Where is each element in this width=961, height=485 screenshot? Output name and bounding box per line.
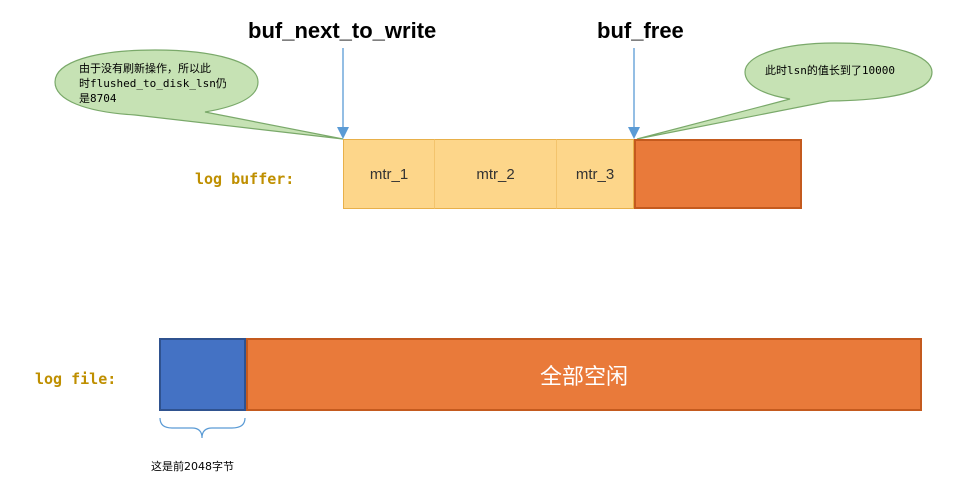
segment-mtr-3: mtr_3 xyxy=(556,139,634,209)
down-arrow-icon xyxy=(337,48,349,139)
segment-mtr-2: mtr_2 xyxy=(434,139,556,209)
left-callout-text: 由于没有刷新操作，所以此 时flushed_to_disk_lsn仍 是8704 xyxy=(79,62,227,105)
buf-next-to-write-label: buf_next_to_write xyxy=(248,18,437,43)
segment-mtr-1: mtr_1 xyxy=(343,139,434,209)
log-file-first-block xyxy=(159,338,246,411)
log-file-label: log file: xyxy=(35,370,117,388)
curly-brace-icon xyxy=(159,417,246,439)
buffer-free-area xyxy=(634,139,802,209)
right-callout-text: 此时lsn的值长到了10000 xyxy=(765,64,895,77)
log-file-free-area: 全部空闲 xyxy=(246,338,922,411)
down-arrow-icon xyxy=(628,48,640,139)
free-area-text: 全部空闲 xyxy=(539,364,628,390)
brace-note: 这是前2048字节 xyxy=(151,460,234,473)
log-buffer-label: log buffer: xyxy=(195,170,295,188)
right-callout-bubble xyxy=(636,42,933,140)
log-buffer: mtr_1 mtr_2 mtr_3 xyxy=(343,139,802,211)
buf-free-label: buf_free xyxy=(597,18,684,43)
